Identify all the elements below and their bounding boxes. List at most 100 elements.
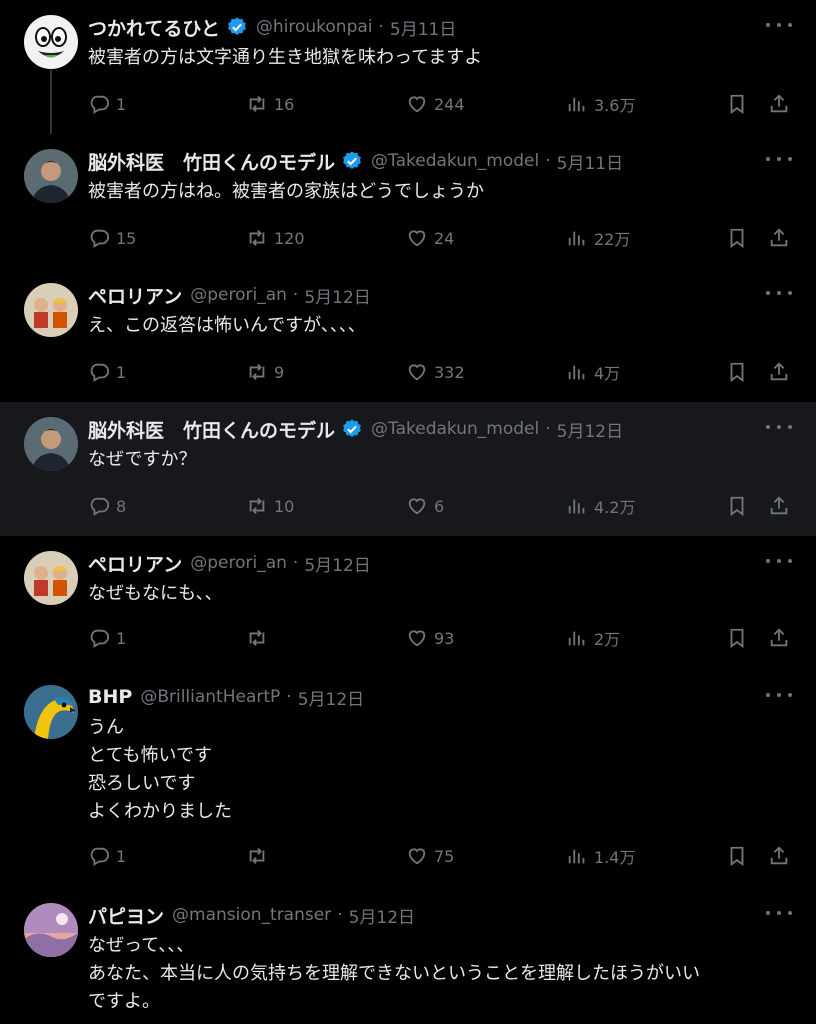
bookmark-button[interactable]	[726, 226, 748, 250]
retweet-button[interactable]	[246, 844, 274, 868]
more-icon[interactable]	[766, 552, 792, 570]
handle[interactable]: @Takedakun_model	[371, 419, 539, 439]
separator-dot: ·	[292, 285, 299, 305]
tweet-text: 被害者の方はね。被害者の家族はどうでしょうか	[88, 181, 484, 202]
heart-icon	[408, 230, 426, 247]
timestamp[interactable]: 5月12日	[557, 417, 623, 442]
bookmark-button[interactable]	[726, 626, 748, 650]
timestamp[interactable]: 5月11日	[557, 149, 623, 174]
avatar[interactable]	[24, 15, 78, 69]
share-button[interactable]	[768, 92, 790, 116]
like-button[interactable]: 24	[406, 226, 454, 250]
heart-icon	[408, 630, 426, 647]
retweet-button[interactable]	[246, 626, 274, 650]
handle[interactable]: @perori_an	[190, 553, 287, 573]
bookmark-button[interactable]	[726, 494, 748, 518]
verified-badge-icon	[341, 150, 363, 172]
share-button[interactable]	[768, 844, 790, 868]
avatar[interactable]	[24, 685, 78, 739]
reply-button[interactable]: 1	[88, 360, 126, 384]
handle[interactable]: @perori_an	[190, 285, 287, 305]
view-count: 22万	[594, 230, 631, 249]
separator-dot: ·	[378, 17, 384, 37]
more-icon[interactable]	[766, 16, 792, 34]
retweet-button[interactable]: 120	[246, 226, 305, 250]
avatar[interactable]	[24, 149, 78, 203]
like-button[interactable]: 75	[406, 844, 454, 868]
reply-button[interactable]: 15	[88, 226, 136, 250]
views-icon	[568, 631, 585, 646]
reply-button[interactable]: 8	[88, 494, 126, 518]
like-button[interactable]: 6	[406, 494, 444, 518]
handle[interactable]: @Takedakun_model	[371, 151, 539, 171]
timestamp[interactable]: 5月12日	[304, 551, 370, 576]
share-icon	[770, 846, 788, 865]
view-count: 3.6万	[594, 96, 636, 115]
bookmark-button[interactable]	[726, 360, 748, 384]
views-button[interactable]: 22万	[566, 226, 630, 250]
reply-button[interactable]: 1	[88, 92, 126, 116]
views-icon	[568, 231, 585, 246]
share-button[interactable]	[768, 494, 790, 518]
tweet[interactable]: 脳外科医 竹田くんのモデル @Takedakun_model · 5月11日 被…	[0, 134, 816, 268]
share-button[interactable]	[768, 360, 790, 384]
reply-icon	[90, 95, 110, 114]
more-icon[interactable]	[766, 904, 792, 922]
display-name[interactable]: ペロリアン	[88, 282, 182, 309]
display-name[interactable]: パピヨン	[88, 902, 164, 929]
display-name[interactable]: 脳外科医 竹田くんのモデル	[88, 148, 335, 175]
views-icon	[568, 97, 585, 112]
avatar[interactable]	[24, 903, 78, 957]
reply-button[interactable]: 1	[88, 626, 126, 650]
display-name[interactable]: 脳外科医 竹田くんのモデル	[88, 416, 335, 443]
tweet-header: 脳外科医 竹田くんのモデル @Takedakun_model · 5月11日	[88, 148, 623, 174]
handle[interactable]: @mansion_transer	[172, 905, 331, 925]
tweet[interactable]: BHP @BrilliantHeartP · 5月12日 うん とても怖いです …	[0, 670, 816, 888]
more-icon[interactable]	[766, 418, 792, 436]
heart-icon	[408, 96, 426, 113]
display-name[interactable]: つかれてるひと	[88, 14, 220, 41]
views-button[interactable]: 3.6万	[566, 92, 635, 116]
timestamp[interactable]: 5月12日	[304, 283, 370, 308]
timestamp[interactable]: 5月12日	[349, 903, 415, 928]
tweet-header: BHP @BrilliantHeartP · 5月12日	[88, 684, 364, 710]
tweet[interactable]: 脳外科医 竹田くんのモデル @Takedakun_model · 5月12日 な…	[0, 402, 816, 536]
like-button[interactable]: 244	[406, 92, 465, 116]
share-button[interactable]	[768, 626, 790, 650]
thread-line	[50, 70, 52, 134]
retweet-button[interactable]: 10	[246, 494, 294, 518]
retweet-button[interactable]: 16	[246, 92, 294, 116]
view-count: 1.4万	[594, 848, 636, 867]
avatar[interactable]	[24, 417, 78, 471]
reply-icon	[90, 229, 110, 248]
tweet[interactable]: ペロリアン @perori_an · 5月12日 なぜもなにも、、 1 93 2…	[0, 536, 816, 670]
tweet[interactable]: ペロリアン @perori_an · 5月12日 え、この返答は怖いんですが、、…	[0, 268, 816, 402]
retweet-button[interactable]: 9	[246, 360, 284, 384]
views-button[interactable]: 4万	[566, 360, 620, 384]
bookmark-button[interactable]	[726, 844, 748, 868]
handle[interactable]: @hiroukonpai	[256, 17, 373, 37]
bookmark-button[interactable]	[726, 92, 748, 116]
tweet-text: なぜですか？	[88, 449, 197, 470]
handle[interactable]: @BrilliantHeartP	[140, 687, 280, 707]
like-button[interactable]: 332	[406, 360, 465, 384]
views-button[interactable]: 2万	[566, 626, 620, 650]
reply-button[interactable]: 1	[88, 844, 126, 868]
tweet[interactable]: つかれてるひと @hiroukonpai · 5月11日 被害者の方は文字通り生…	[0, 0, 816, 134]
tweet[interactable]: パピヨン @mansion_transer · 5月12日 なぜって、、、 あな…	[0, 888, 816, 1024]
views-button[interactable]: 1.4万	[566, 844, 635, 868]
timestamp[interactable]: 5月12日	[298, 685, 364, 710]
display-name[interactable]: BHP	[88, 686, 132, 708]
tweet-header: 脳外科医 竹田くんのモデル @Takedakun_model · 5月12日	[88, 416, 623, 442]
avatar[interactable]	[24, 283, 78, 337]
avatar[interactable]	[24, 551, 78, 605]
more-icon[interactable]	[766, 150, 792, 168]
like-button[interactable]: 93	[406, 626, 454, 650]
display-name[interactable]: ペロリアン	[88, 550, 182, 577]
views-button[interactable]: 4.2万	[566, 494, 635, 518]
timestamp[interactable]: 5月11日	[390, 15, 456, 40]
action-bar: 1 75 1.4万	[88, 844, 798, 868]
more-icon[interactable]	[766, 284, 792, 302]
share-button[interactable]	[768, 226, 790, 250]
more-icon[interactable]	[766, 686, 792, 704]
